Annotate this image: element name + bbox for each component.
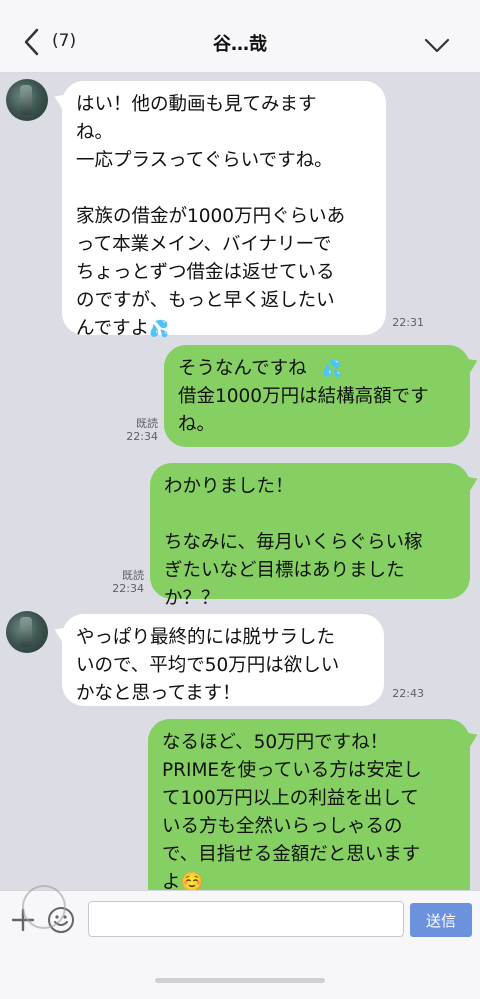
chat-title[interactable]: 谷…哉 bbox=[0, 30, 480, 56]
home-indicator[interactable] bbox=[155, 978, 325, 983]
message-time: 22:34 bbox=[112, 582, 144, 595]
message-text: はい！他の動画も見てみます ね。 一応プラスってぐらいですね。 家族の借金が10… bbox=[76, 94, 346, 339]
message-bubble-outgoing[interactable]: なるほど、50万円ですね！ PRIMEを使っている方は安定し て100万円以上の… bbox=[148, 719, 470, 890]
message-bubble-incoming[interactable]: はい！他の動画も見てみます ね。 一応プラスってぐらいですね。 家族の借金が10… bbox=[62, 81, 386, 339]
message-text: なるほど、50万円ですね！ PRIMEを使っている方は安定し て100万円以上の… bbox=[162, 732, 422, 890]
assistive-touch-ring[interactable] bbox=[22, 885, 66, 929]
chat-header: (7) 谷…哉 bbox=[0, 0, 480, 73]
message-bubble-incoming[interactable]: やっぱり最終的には脱サラした いので、平均で50万円は欲しい かなと思ってます！ bbox=[62, 614, 384, 706]
message-time: 22:43 bbox=[392, 687, 424, 700]
message-text: わかりました！ ちなみに、毎月いくらぐらい稼 ぎたいなど目標はありました か？？ bbox=[164, 476, 423, 609]
send-button[interactable]: 送信 bbox=[410, 903, 472, 937]
avatar[interactable] bbox=[6, 79, 48, 121]
message-time: 22:31 bbox=[392, 316, 424, 329]
message-bubble-outgoing[interactable]: わかりました！ ちなみに、毎月いくらぐらい稼 ぎたいなど目標はありました か？？ bbox=[150, 463, 470, 609]
message-text: そうなんですね 借金1000万円は結構高額です ね。 bbox=[178, 358, 429, 435]
message-bubble-outgoing[interactable]: そうなんですね 借金1000万円は結構高額です ね。 bbox=[164, 345, 470, 447]
sweat-droplets-icon: 💦 bbox=[322, 359, 342, 378]
message-time: 22:34 bbox=[126, 430, 158, 443]
message-list[interactable]: はい！他の動画も見てみます ね。 一応プラスってぐらいですね。 家族の借金が10… bbox=[0, 73, 480, 890]
sweat-droplets-icon: 💦 bbox=[149, 319, 169, 338]
read-receipt: 既読 bbox=[122, 569, 144, 582]
message-input[interactable] bbox=[88, 901, 404, 937]
chevron-down-icon[interactable] bbox=[424, 38, 450, 54]
read-receipt: 既読 bbox=[136, 417, 158, 430]
avatar[interactable] bbox=[6, 611, 48, 653]
message-text: やっぱり最終的には脱サラした いので、平均で50万円は欲しい かなと思ってます！ bbox=[76, 627, 340, 704]
